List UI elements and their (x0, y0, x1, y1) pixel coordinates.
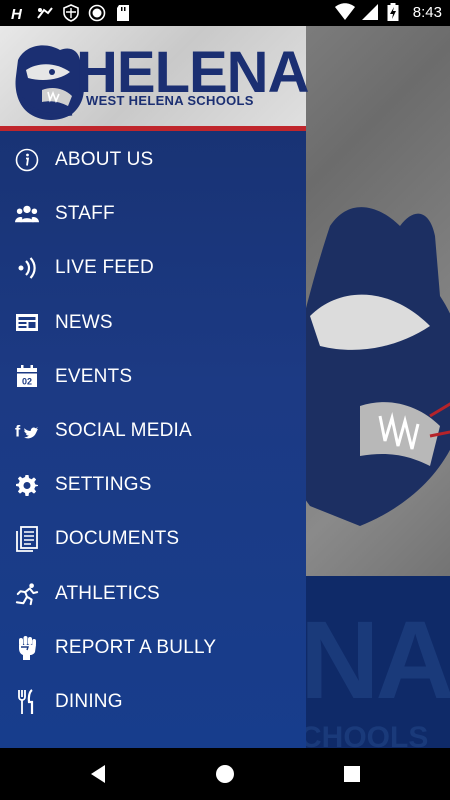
live-feed-icon (15, 256, 39, 280)
shield-icon (62, 4, 80, 22)
navigation-drawer: HELENA WEST HELENA SCHOOLS ABOUT US STAF… (0, 26, 309, 748)
menu-item-news[interactable]: NEWS (0, 296, 306, 350)
menu-item-label: LIVE FEED (55, 257, 154, 279)
recents-button[interactable] (340, 762, 364, 786)
info-icon (15, 148, 39, 172)
menu-item-social-media[interactable]: f SOCIAL MEDIA (0, 404, 306, 458)
facebook-twitter-icon: f (15, 419, 39, 443)
drawer-header: HELENA WEST HELENA SCHOOLS (0, 26, 309, 131)
hook-icon (36, 4, 54, 22)
group-icon (15, 202, 39, 226)
newspaper-icon (15, 311, 39, 335)
gear-icon (15, 473, 39, 497)
header-red-divider (0, 126, 306, 131)
back-button[interactable] (86, 762, 110, 786)
svg-text:02: 02 (22, 376, 32, 386)
status-bar: H 8:43 (0, 0, 450, 26)
logo-subtitle: WEST HELENA SCHOOLS (86, 93, 254, 108)
documents-icon (15, 526, 39, 553)
menu-item-events[interactable]: 02 EVENTS (0, 350, 306, 404)
system-navigation-bar (0, 748, 450, 800)
svg-text:f: f (15, 424, 21, 441)
menu-item-label: DOCUMENTS (55, 528, 180, 550)
menu-item-label: STAFF (55, 203, 115, 225)
clock: 8:43 (412, 3, 442, 21)
wifi-icon (334, 3, 355, 21)
menu-item-label: SOCIAL MEDIA (55, 420, 192, 442)
menu-item-documents[interactable]: DOCUMENTS (0, 512, 306, 566)
menu-item-about-us[interactable]: ABOUT US (0, 133, 306, 187)
menu-item-label: ATHLETICS (55, 582, 160, 604)
menu-item-label: SETTINGS (55, 474, 152, 496)
fist-icon (15, 635, 39, 660)
battery-charging-icon (387, 3, 405, 21)
calendar-icon: 02 (15, 364, 39, 389)
menu-item-staff[interactable]: STAFF (0, 187, 306, 241)
menu-item-label: REPORT A BULLY (55, 636, 217, 658)
menu-item-settings[interactable]: SETTINGS (0, 458, 306, 512)
menu-item-label: DINING (55, 690, 123, 712)
menu-item-athletics[interactable]: ATHLETICS (0, 567, 306, 621)
menu-item-report-a-bully[interactable]: REPORT A BULLY (0, 621, 306, 675)
menu-item-label: ABOUT US (55, 149, 154, 171)
background-logo-sub: CHOOLS (300, 721, 429, 748)
helena-app-icon: H (10, 4, 28, 23)
background-logo-word: NA (300, 599, 450, 722)
sd-card-icon (114, 4, 132, 22)
menu-item-dining[interactable]: DINING (0, 675, 306, 729)
menu-item-label: NEWS (55, 311, 113, 333)
fork-knife-icon (15, 689, 39, 714)
runner-icon (15, 582, 39, 606)
record-icon (88, 4, 106, 22)
menu-item-live-feed[interactable]: LIVE FEED (0, 241, 306, 295)
svg-text:H: H (11, 6, 23, 22)
menu-item-label: EVENTS (55, 365, 133, 387)
signal-icon (361, 3, 379, 21)
home-button[interactable] (213, 762, 237, 786)
drawer-menu: ABOUT US STAFF LIVE FEED NEWS 02 EVENTS (0, 133, 306, 729)
